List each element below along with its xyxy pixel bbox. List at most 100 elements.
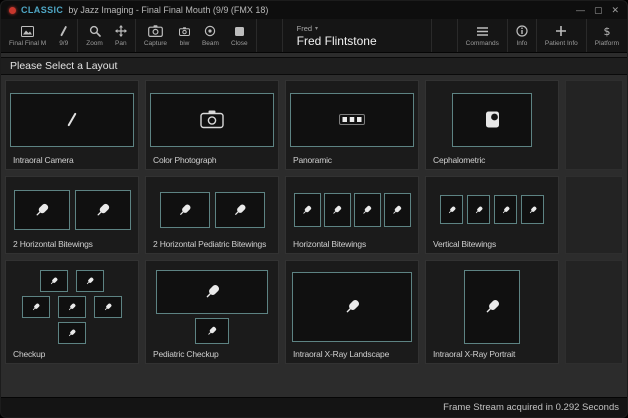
layout-card-label: Panoramic — [293, 155, 332, 165]
thumbnail-row — [293, 192, 411, 227]
chevron-down-icon: ▾ — [315, 25, 319, 32]
image-slot-box — [467, 195, 490, 224]
empty-grid-cell — [565, 260, 623, 364]
close-window-button[interactable]: ✕ — [611, 5, 619, 15]
layout-card-pediatric-checkup[interactable]: Pediatric Checkup — [145, 260, 279, 364]
toolbar-commands-button[interactable]: Commands — [460, 23, 505, 49]
record-dot-icon — [9, 6, 16, 14]
sensor-icon — [528, 205, 538, 215]
sensor-icon — [31, 302, 41, 312]
toolbar-group: Patient Info — [535, 19, 586, 52]
layout-thumbnail — [146, 177, 278, 239]
layout-card-2-horizontal-pediatric-bitewings[interactable]: 2 Horizontal Pediatric Bitewings — [145, 176, 279, 254]
toolbar-info-button[interactable]: Info — [510, 23, 534, 49]
toolbar-mouth-count-button[interactable]: 9/9 — [52, 23, 75, 49]
toolbar-close-button[interactable]: Close — [225, 23, 254, 49]
sensor-icon — [206, 325, 218, 337]
image-slot-box — [150, 92, 274, 147]
image-slot-box — [22, 295, 50, 318]
image-slot-box — [214, 191, 265, 228]
camera-small-icon — [178, 25, 190, 38]
layout-card-label: Color Photograph — [153, 155, 217, 165]
plus-icon — [555, 25, 567, 38]
window-title: by Jazz Imaging - Final Final Mouth (9/9… — [68, 5, 269, 15]
thumbnail-row — [10, 92, 134, 147]
empty-grid-cell — [565, 176, 623, 254]
image-slot-box — [159, 191, 210, 228]
toolbar-group: $ Platform — [585, 19, 627, 52]
maximize-button[interactable]: ▢ — [594, 5, 603, 15]
film-icon — [339, 114, 365, 125]
thumbnail-row — [452, 92, 532, 147]
image-slot-box — [13, 189, 70, 230]
layout-card-label: Cephalometric — [433, 155, 486, 165]
sensor-icon — [67, 328, 77, 338]
sensor-icon — [447, 205, 457, 215]
image-slot-box — [521, 195, 544, 224]
layout-card-color-photograph[interactable]: Color Photograph — [145, 80, 279, 170]
thumbnail-row — [440, 195, 544, 224]
layout-card-label: Intraoral X-Ray Landscape — [293, 349, 390, 359]
image-icon — [21, 25, 35, 38]
layout-card-label: Checkup — [13, 349, 46, 359]
image-slot-box — [40, 269, 68, 292]
sensor-icon — [361, 204, 373, 216]
layout-card-horizontal-bitewings[interactable]: Horizontal Bitewings — [285, 176, 419, 254]
toolbar-platform-label: Platform — [594, 39, 619, 47]
thumbnail-row — [22, 295, 122, 318]
layout-card-cephalometric[interactable]: Cephalometric — [425, 80, 559, 170]
window-controls: — ▢ ✕ — [576, 5, 619, 15]
toolbar-final-mouth-label: Final Final M — [9, 39, 47, 47]
toolbar-platform-button[interactable]: $ Platform — [589, 23, 625, 49]
thumbnail-row — [292, 271, 412, 342]
layout-card-intraoral-x-ray-landscape[interactable]: Intraoral X-Ray Landscape — [285, 260, 419, 364]
toolbar-patient-info-label: Patient Info — [544, 39, 578, 47]
layout-card-2-horizontal-bitewings[interactable]: 2 Horizontal Bitewings — [5, 176, 139, 254]
stop-icon — [234, 25, 245, 38]
image-slot-box — [494, 195, 517, 224]
image-slot-box — [74, 189, 131, 230]
move-icon — [114, 25, 127, 38]
toolbar-capture-button[interactable]: Capture — [138, 23, 173, 49]
toolbar-final-mouth-button[interactable]: Final Final M — [3, 23, 52, 49]
layout-card-vertical-bitewings[interactable]: Vertical Bitewings — [425, 176, 559, 254]
patient-name: Fred Flintstone — [296, 33, 377, 48]
sensor-icon — [331, 204, 343, 216]
ceph-icon — [484, 110, 501, 129]
layout-thumbnail — [6, 261, 138, 349]
title-bar: CLASSIC by Jazz Imaging - Final Final Mo… — [1, 1, 627, 19]
main-area: Please Select a Layout Intraoral Camera C… — [1, 53, 627, 397]
minimize-button[interactable]: — — [576, 5, 585, 15]
toolbar-beam-label: Beam — [201, 39, 219, 47]
dollar-icon: $ — [601, 25, 613, 38]
toolbar-close-label: Close — [230, 39, 248, 47]
info-icon — [516, 25, 528, 38]
image-slot-box — [452, 92, 532, 147]
image-slot-box — [156, 269, 268, 314]
image-slot-box — [323, 192, 351, 227]
sensor-icon — [177, 202, 193, 218]
layout-thumbnail — [286, 261, 418, 349]
layout-card-intraoral-camera[interactable]: Intraoral Camera — [5, 80, 139, 170]
layout-card-intraoral-x-ray-portrait[interactable]: Intraoral X-Ray Portrait — [425, 260, 559, 364]
sensor-icon — [94, 201, 112, 219]
thumbnail-row — [58, 321, 86, 344]
layout-card-panoramic[interactable]: Panoramic — [285, 80, 419, 170]
sensor-icon — [203, 282, 222, 301]
layout-card-checkup[interactable]: Checkup — [5, 260, 139, 364]
toolbar-beam-button[interactable]: Beam — [196, 23, 225, 49]
layout-thumbnail — [146, 261, 278, 349]
patient-selector[interactable]: Fred ▾ Fred Flintstone — [281, 19, 432, 52]
toolbar-commands-label: Commands — [465, 39, 499, 47]
empty-grid-cell — [565, 80, 623, 170]
toolbar-zoom-button[interactable]: Zoom — [80, 23, 109, 49]
image-slot-box — [58, 295, 86, 318]
thumbnail-row — [156, 269, 268, 314]
pen-icon — [58, 25, 69, 38]
toolbar-pan-button[interactable]: Pan — [109, 23, 133, 49]
image-slot-box — [76, 269, 104, 292]
layout-thumbnail — [146, 81, 278, 155]
toolbar-biw-button[interactable]: biw — [173, 23, 196, 49]
toolbar-patient-info-button[interactable]: Patient Info — [539, 23, 584, 49]
toolbar-biw-label: biw — [179, 39, 190, 47]
